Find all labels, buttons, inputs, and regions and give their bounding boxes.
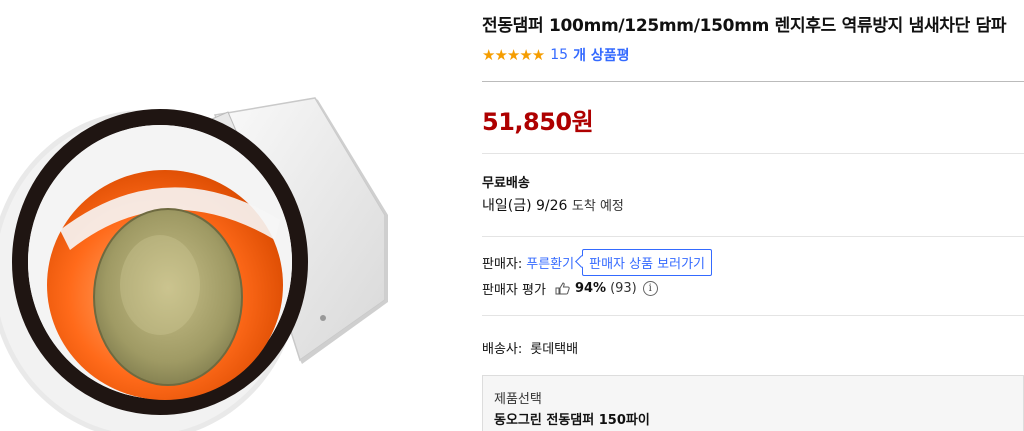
product-info-panel: 전동댐퍼 100mm/125mm/150mm 렌지후드 역류방지 냄새차단 담파… — [482, 0, 1024, 431]
divider — [482, 81, 1024, 82]
carrier-name: 롯데택배 — [530, 342, 579, 357]
option-selected-value: 동오그린 전동댐퍼 150파이 — [494, 413, 650, 428]
arrival-estimate: 내일(금) 9/26 도착 예정 — [482, 195, 624, 215]
seller-products-button[interactable]: 판매자 상품 보러가기 — [582, 249, 713, 276]
seller-label: 판매자: — [482, 257, 523, 272]
option-label: 제품선택 — [494, 392, 542, 407]
thumbs-up-icon — [555, 282, 570, 295]
carrier-label: 배송사: — [482, 342, 523, 357]
rating-row[interactable]: ★★★★★ 15 개 상품평 — [482, 45, 629, 65]
seller-eval-label: 판매자 평가 — [482, 283, 546, 298]
seller-name-link[interactable]: 푸른환기 — [526, 253, 574, 272]
divider — [482, 315, 1024, 316]
divider — [482, 236, 1024, 237]
divider — [482, 153, 1024, 154]
electric-damper-photo — [0, 97, 388, 431]
product-title: 전동댐퍼 100mm/125mm/150mm 렌지후드 역류방지 냄새차단 담파 — [482, 16, 1007, 36]
seller-evaluation-row: 판매자 평가 94% (93) i — [482, 279, 658, 298]
review-link[interactable]: 개 상품평 — [573, 45, 629, 65]
arrival-date: 내일(금) 9/26 — [482, 198, 568, 214]
review-count[interactable]: 15 — [550, 47, 568, 63]
seller-eval-count: (93) — [610, 281, 637, 296]
arrival-suffix: 도착 예정 — [571, 199, 624, 214]
option-selector[interactable]: 제품선택 동오그린 전동댐퍼 150파이 — [482, 375, 1024, 431]
info-icon[interactable]: i — [642, 281, 658, 296]
seller-eval-percent: 94% — [574, 281, 607, 296]
seller-row: 판매자: 푸른환기 판매자 상품 보러가기 — [482, 249, 713, 276]
star-rating-icon: ★★★★★ — [482, 46, 545, 64]
delivery-carrier-row: 배송사: 롯데택배 — [482, 338, 578, 357]
product-image[interactable] — [0, 0, 470, 431]
free-shipping-label: 무료배송 — [482, 176, 530, 191]
price: 51,850원 — [482, 108, 594, 136]
